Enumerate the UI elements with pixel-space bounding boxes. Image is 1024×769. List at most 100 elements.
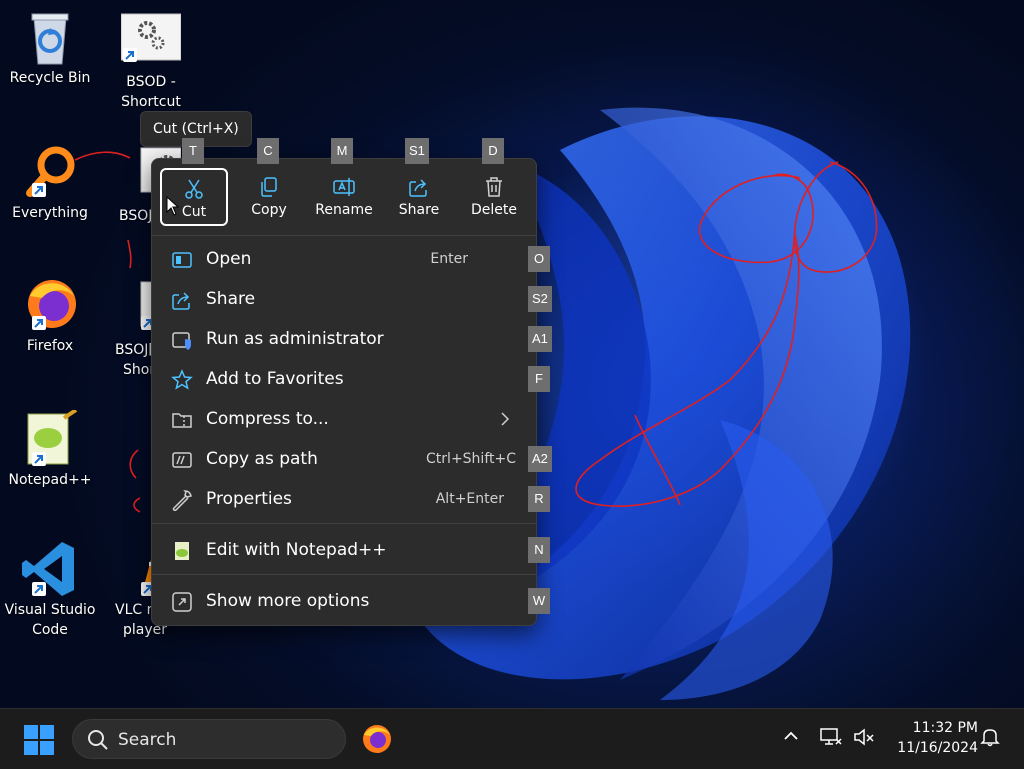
hint-badge-delete: D xyxy=(482,138,504,164)
desktop-icon-everything[interactable]: Everything xyxy=(0,143,100,223)
desktop-icon-label: Recycle Bin xyxy=(9,70,91,86)
chevron-right-icon xyxy=(500,411,510,426)
menu-item-edit-with-notepad[interactable]: Edit with Notepad++ xyxy=(158,531,530,569)
menu-item-shortcut: Ctrl+Shift+C xyxy=(426,451,516,467)
notepad-icon xyxy=(171,540,193,562)
mouse-cursor-icon xyxy=(166,196,180,216)
hint-badge-open: O xyxy=(528,246,550,272)
menu-item-shortcut: Enter xyxy=(430,251,468,267)
wrench-icon xyxy=(171,489,193,512)
hint-badge-run-as-admin: A1 xyxy=(528,326,552,352)
quick-action-delete[interactable]: Delete xyxy=(460,168,528,226)
hint-badge-notepad: N xyxy=(528,537,550,563)
clock-time: 11:32 PM xyxy=(912,720,978,736)
hint-badge-copy: C xyxy=(257,138,279,164)
desktop-icon-firefox[interactable]: Firefox xyxy=(0,276,100,356)
star-icon xyxy=(171,369,193,391)
rename-icon xyxy=(310,168,378,198)
tray-overflow-chevron-icon[interactable] xyxy=(782,727,800,749)
desktop[interactable]: Recycle Bin BSOD - Shortcut Everything B… xyxy=(0,0,1024,708)
hint-badge-cut: T xyxy=(182,138,204,164)
start-button[interactable] xyxy=(23,724,55,756)
taskbar-search-box[interactable]: Search xyxy=(72,719,346,759)
menu-separator xyxy=(152,523,536,524)
menu-item-shortcut: Alt+Enter xyxy=(435,491,504,507)
shortcut-arrow-icon xyxy=(32,452,46,466)
menu-item-label: Copy as path xyxy=(206,449,318,469)
menu-item-add-to-favorites[interactable]: Add to Favorites xyxy=(158,360,530,398)
network-icon[interactable] xyxy=(820,727,842,751)
quick-action-label: Copy xyxy=(251,202,287,218)
shield-icon xyxy=(171,329,193,351)
menu-item-label: Compress to... xyxy=(206,409,329,429)
desktop-icon-vscode[interactable]: Visual Studio Code xyxy=(0,540,100,640)
taskbar-firefox-button[interactable] xyxy=(361,723,393,755)
desktop-icon-label: Notepad++ xyxy=(8,472,92,488)
menu-item-share[interactable]: Share xyxy=(158,280,530,318)
quick-action-share[interactable]: Share xyxy=(385,168,453,226)
shortcut-arrow-icon xyxy=(32,183,46,197)
menu-separator xyxy=(152,235,536,236)
clock-date: 11/16/2024 xyxy=(897,740,978,756)
menu-item-label: Properties xyxy=(206,489,292,509)
menu-item-properties[interactable]: Properties Alt+Enter xyxy=(158,480,530,518)
desktop-icon-recycle-bin[interactable]: Recycle Bin xyxy=(0,8,100,88)
notepad-plus-plus-icon xyxy=(20,408,80,468)
menu-item-open[interactable]: Open Enter xyxy=(158,240,530,278)
everything-search-icon xyxy=(20,143,80,201)
settings-shortcut-icon xyxy=(120,12,182,70)
copy-icon xyxy=(235,168,303,198)
volume-muted-icon[interactable] xyxy=(853,727,875,751)
quick-action-label: Rename xyxy=(315,202,373,218)
menu-item-label: Edit with Notepad++ xyxy=(206,540,387,560)
menu-item-show-more-options[interactable]: Show more options xyxy=(158,582,530,620)
menu-item-copy-as-path[interactable]: Copy as path Ctrl+Shift+C xyxy=(158,440,530,478)
shortcut-arrow-icon xyxy=(32,316,46,330)
shortcut-arrow-icon xyxy=(32,582,46,596)
menu-item-compress-to[interactable]: Compress to... xyxy=(158,400,530,438)
desktop-icon-bsod-shortcut[interactable]: BSOD - Shortcut xyxy=(101,12,201,112)
quick-action-label: Delete xyxy=(471,202,517,218)
menu-item-label: Share xyxy=(206,289,256,309)
path-icon xyxy=(171,449,193,471)
quick-action-copy[interactable]: Copy xyxy=(235,168,303,226)
taskbar-clock[interactable]: 11:32 PM 11/16/2024 xyxy=(884,718,978,758)
menu-item-label: Open xyxy=(206,249,252,269)
hint-badge-share: S1 xyxy=(405,138,429,164)
taskbar: Search 11:32 PM 11/16/2024 xyxy=(0,708,1024,769)
quick-action-rename[interactable]: Rename xyxy=(310,168,378,226)
desktop-icon-notepad-plus-plus[interactable]: Notepad++ xyxy=(0,408,100,490)
vscode-icon xyxy=(20,540,80,598)
hint-badge-copy-as-path: A2 xyxy=(528,446,552,472)
menu-item-label: Add to Favorites xyxy=(206,369,344,389)
menu-item-run-as-admin[interactable]: Run as administrator xyxy=(158,320,530,358)
share-icon xyxy=(171,289,193,311)
search-placeholder: Search xyxy=(118,730,177,750)
zip-folder-icon xyxy=(171,409,193,431)
shortcut-arrow-icon xyxy=(123,48,137,62)
desktop-icon-label: Everything xyxy=(12,205,88,221)
desktop-icon-label: Firefox xyxy=(26,338,74,354)
menu-item-label: Show more options xyxy=(206,591,370,611)
open-icon xyxy=(171,249,193,271)
hint-badge-properties: R xyxy=(528,486,550,512)
menu-separator xyxy=(152,574,536,575)
windows-logo-icon xyxy=(24,725,54,755)
desktop-icon-label: BSOD - Shortcut xyxy=(121,74,181,110)
desktop-icon-label: Visual Studio Code xyxy=(4,602,96,638)
menu-item-label: Run as administrator xyxy=(206,329,384,349)
share-icon xyxy=(385,168,453,198)
hint-badge-more-options: W xyxy=(528,588,550,614)
firefox-icon xyxy=(363,725,391,753)
firefox-icon xyxy=(20,276,80,334)
hint-badge-rename: M xyxy=(331,138,353,164)
context-menu[interactable]: Cut Copy Rename Share Delete Open Enter … xyxy=(151,158,537,626)
hint-badge-share-item: S2 xyxy=(528,286,552,312)
trash-icon xyxy=(460,168,528,198)
quick-action-label: Share xyxy=(398,202,440,218)
recycle-bin-icon xyxy=(20,8,80,66)
more-options-icon xyxy=(171,591,193,613)
notification-bell-icon[interactable] xyxy=(980,727,1000,751)
search-icon xyxy=(87,729,109,755)
hint-badge-favorites: F xyxy=(528,366,550,392)
